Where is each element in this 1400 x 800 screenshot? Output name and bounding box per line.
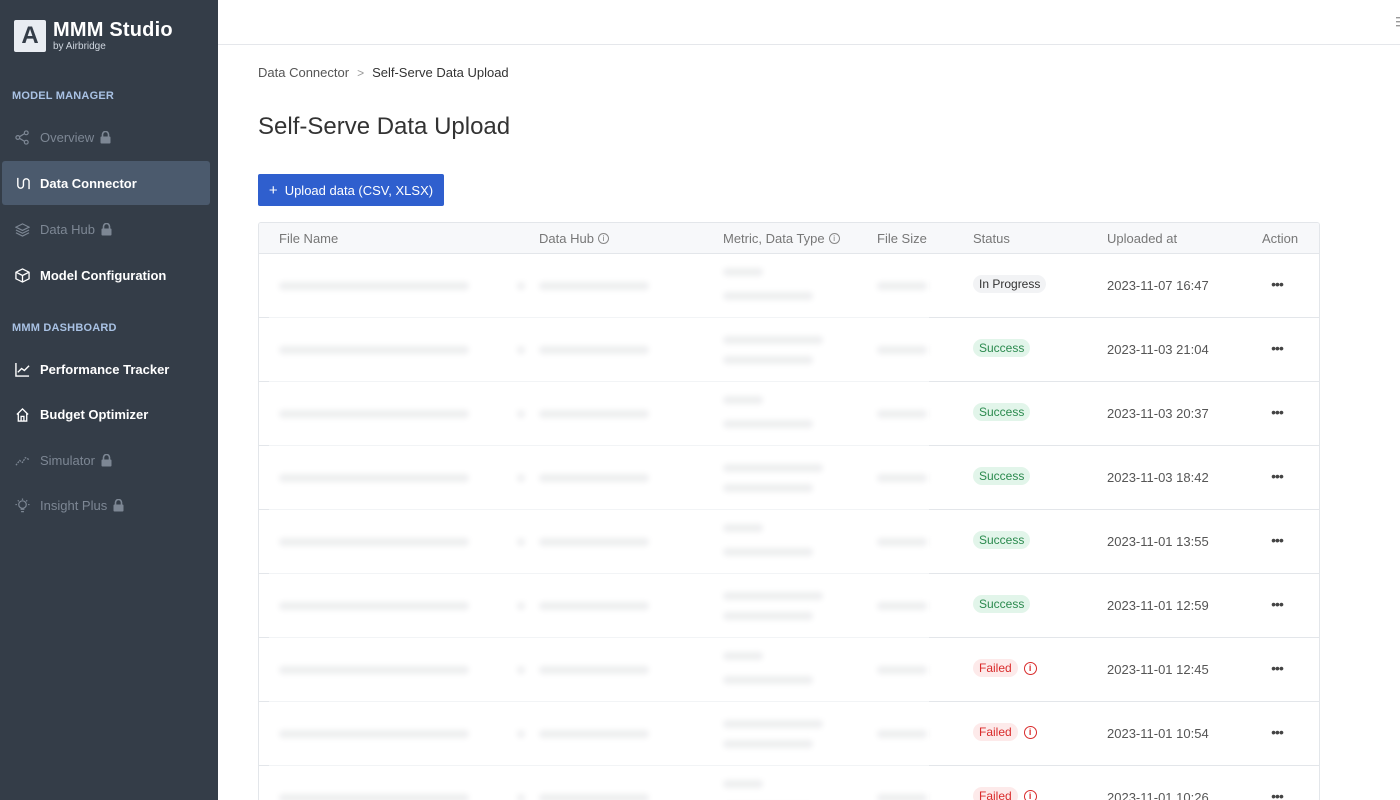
lock-icon: [100, 130, 111, 144]
sidebar-item-model-configuration[interactable]: Model Configuration: [2, 253, 210, 297]
sidebar-section-label: MMM DASHBOARD: [12, 322, 117, 334]
more-actions-icon[interactable]: •••: [1269, 338, 1285, 358]
status-cell: Success: [973, 339, 1031, 357]
status-badge: Failed: [973, 787, 1018, 800]
status-badge: Failed: [973, 659, 1018, 677]
bulb-icon: [14, 497, 30, 513]
logo-mark: A: [14, 20, 46, 52]
status-cell: In Progress: [973, 275, 1047, 293]
page-title: Self-Serve Data Upload: [258, 113, 511, 140]
sparkline-icon: [14, 452, 30, 468]
more-actions-icon[interactable]: •••: [1269, 274, 1285, 294]
house-icon: [14, 406, 30, 422]
sidebar-item-label: Overview: [40, 129, 95, 145]
status-badge: Success: [973, 403, 1031, 421]
status-cell: Success: [973, 531, 1031, 549]
sidebar-item-data-connector[interactable]: Data Connector: [2, 161, 210, 205]
uploaded-at-cell: 2023-11-01 13:55: [1107, 534, 1209, 549]
status-badge: Success: [973, 595, 1031, 613]
column-action: Action: [1262, 231, 1299, 246]
status-badge: Success: [973, 531, 1031, 549]
more-actions-icon[interactable]: •••: [1269, 658, 1285, 678]
sidebar-item-data-hub[interactable]: Data Hub: [2, 207, 210, 251]
app-logo[interactable]: A MMM Studio by Airbridge: [14, 20, 173, 52]
cube-icon: [14, 267, 30, 283]
table-header: File Name Data Hub i Metric, Data Type i F…: [259, 223, 1319, 254]
sidebar-item-label: Simulator: [40, 452, 95, 468]
column-metric: Metric, Data Type i: [723, 231, 840, 246]
app-title: MMM Studio: [53, 19, 173, 41]
sidebar-item-label: Model Configuration: [40, 267, 167, 283]
more-actions-icon[interactable]: •••: [1269, 722, 1285, 742]
sidebar-item-simulator[interactable]: Simulator: [2, 438, 210, 482]
chevron-right-icon: >: [357, 65, 365, 80]
error-info-icon[interactable]: i: [1023, 789, 1037, 800]
top-bar: [218, 0, 1400, 45]
sidebar-section-label: MODEL MANAGER: [12, 90, 115, 102]
column-file-name: File Name: [279, 231, 339, 246]
redacted-region: [269, 254, 929, 800]
graph-icon: [14, 129, 30, 145]
more-actions-icon[interactable]: •••: [1269, 402, 1285, 422]
trend-icon: [14, 361, 30, 377]
column-uploaded-at: Uploaded at: [1107, 231, 1178, 246]
sidebar-item-label: Budget Optimizer: [40, 406, 149, 422]
more-actions-icon[interactable]: •••: [1269, 466, 1285, 486]
column-status: Status: [973, 231, 1010, 246]
sidebar-item-label: Data Hub: [40, 221, 95, 237]
status-badge: Failed: [973, 723, 1018, 741]
sidebar-item-performance-tracker[interactable]: Performance Tracker: [2, 347, 210, 391]
status-badge: In Progress: [973, 275, 1047, 293]
status-badge: Success: [973, 339, 1031, 357]
sidebar-item-label: Data Connector: [40, 175, 137, 191]
lock-icon: [113, 498, 124, 512]
breadcrumb-current: Self-Serve Data Upload: [372, 65, 509, 80]
uploaded-at-cell: 2023-11-03 20:37: [1107, 406, 1209, 421]
lock-icon: [101, 222, 112, 236]
error-info-icon[interactable]: i: [1023, 661, 1037, 675]
info-icon[interactable]: i: [828, 233, 840, 244]
menu-icon[interactable]: [1396, 17, 1400, 27]
upload-data-button[interactable]: + Upload data (CSV, XLSX): [258, 174, 444, 206]
sidebar: A MMM Studio by Airbridge MODEL MANAGER O…: [0, 0, 218, 800]
layers-icon: [14, 221, 30, 237]
sidebar-item-label: Performance Tracker: [40, 361, 170, 377]
uploaded-at-cell: 2023-11-01 12:59: [1107, 598, 1209, 613]
status-cell: Failed i: [973, 659, 1037, 677]
breadcrumb-parent[interactable]: Data Connector: [258, 65, 349, 80]
status-cell: Failed i: [973, 787, 1037, 800]
column-file-size: File Size: [877, 231, 927, 246]
more-actions-icon[interactable]: •••: [1269, 786, 1285, 800]
uploaded-at-cell: 2023-11-01 10:26: [1107, 790, 1209, 800]
plus-icon: +: [268, 181, 278, 199]
connector-icon: [14, 175, 30, 191]
upload-button-label: Upload data (CSV, XLSX): [284, 182, 434, 198]
status-cell: Success: [973, 467, 1031, 485]
sidebar-item-insight-plus[interactable]: Insight Plus: [2, 483, 210, 527]
status-cell: Failed i: [973, 723, 1037, 741]
status-cell: Success: [973, 595, 1031, 613]
info-icon[interactable]: i: [597, 233, 609, 244]
uploaded-at-cell: 2023-11-03 18:42: [1107, 470, 1209, 485]
breadcrumb: Data Connector > Self-Serve Data Upload: [258, 65, 509, 80]
column-data-hub: Data Hub i: [539, 231, 609, 246]
sidebar-item-label: Insight Plus: [40, 497, 108, 513]
uploaded-at-cell: 2023-11-01 10:54: [1107, 726, 1209, 741]
error-info-icon[interactable]: i: [1023, 725, 1037, 739]
sidebar-item-budget-optimizer[interactable]: Budget Optimizer: [2, 392, 210, 436]
more-actions-icon[interactable]: •••: [1269, 594, 1285, 614]
uploaded-at-cell: 2023-11-01 12:45: [1107, 662, 1209, 677]
status-cell: Success: [973, 403, 1031, 421]
lock-icon: [101, 453, 112, 467]
uploads-table: File Name Data Hub i Metric, Data Type i F…: [258, 222, 1320, 800]
status-badge: Success: [973, 467, 1031, 485]
app-subtitle: by Airbridge: [53, 41, 106, 52]
uploaded-at-cell: 2023-11-03 21:04: [1107, 342, 1209, 357]
uploaded-at-cell: 2023-11-07 16:47: [1107, 278, 1209, 293]
sidebar-item-overview[interactable]: Overview: [2, 115, 210, 159]
more-actions-icon[interactable]: •••: [1269, 530, 1285, 550]
